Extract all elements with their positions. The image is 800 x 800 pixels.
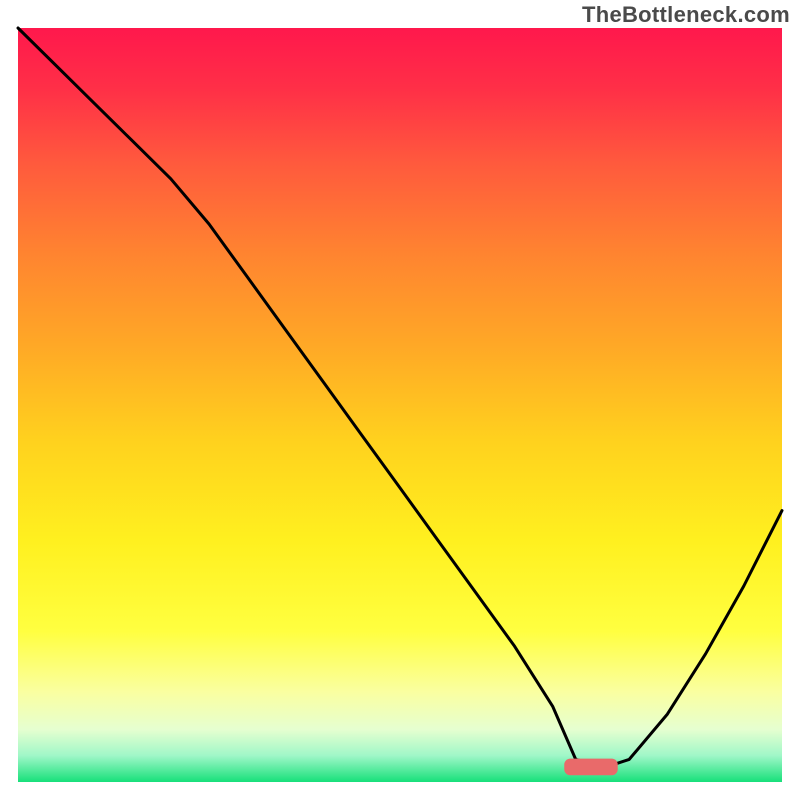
bottleneck-chart (0, 0, 800, 800)
watermark-label: TheBottleneck.com (582, 2, 790, 28)
optimum-marker (564, 759, 617, 776)
chart-container: TheBottleneck.com (0, 0, 800, 800)
